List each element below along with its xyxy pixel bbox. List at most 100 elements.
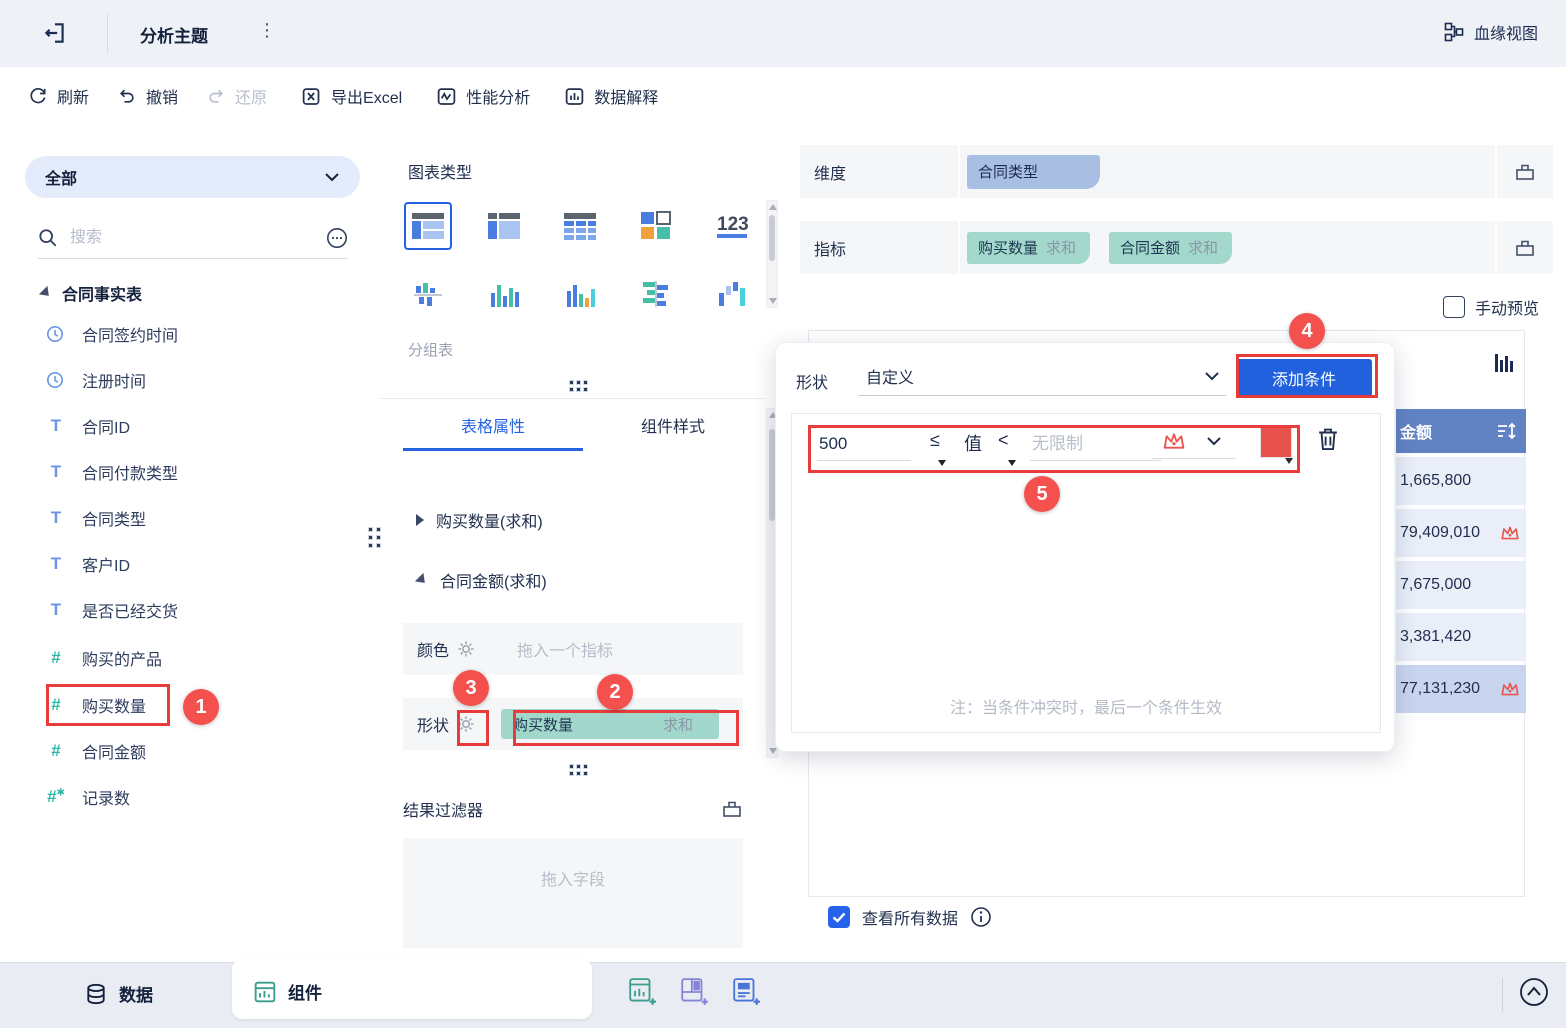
collapse-panel-button[interactable] [1518,976,1550,1008]
data-explain-button[interactable]: 数据解释 [564,84,658,108]
measure-pill-qty[interactable]: 购买数量 求和 [967,231,1091,264]
aggregate-item-amount[interactable]: 合同金额(求和) [414,568,547,592]
add-layout-component-icon[interactable] [680,977,708,1007]
field-item[interactable]: T 客户ID [46,552,130,576]
field-item[interactable]: # 合同金额 [46,739,146,763]
section-drag-handle[interactable] [569,764,588,776]
color-gear-icon[interactable] [457,640,475,658]
excel-icon [302,87,320,105]
tab-data[interactable]: 数据 [85,981,153,1006]
field-item[interactable]: # 购买的产品 [46,646,162,670]
field-item[interactable]: T 是否已经交货 [46,598,178,622]
max-operator[interactable]: < [998,430,1009,451]
shape-field-pill[interactable]: 购买数量 求和 [501,709,720,739]
scroll-down-arrow[interactable] [769,748,777,754]
chart-type-cross-table[interactable] [556,202,604,250]
measure-lock-cell[interactable] [1497,221,1553,274]
color-drop-placeholder[interactable]: 拖入一个指标 [517,637,613,661]
scope-selector[interactable]: 全部 [25,156,360,198]
condition-color-swatch[interactable] [1260,426,1293,464]
tab-component-style[interactable]: 组件样式 [583,413,763,437]
field-item[interactable]: T 合同类型 [46,506,146,530]
active-tab-underline [403,448,583,451]
undo-icon [120,89,134,103]
color-dropdown-icon[interactable] [1285,458,1293,464]
tab-component-card[interactable]: 组件 [232,959,592,1019]
table-column-header[interactable]: 金额 [1396,409,1526,453]
lineage-icon [1444,22,1464,42]
view-all-checkbox[interactable] [828,906,850,928]
dimension-pill[interactable]: 合同类型 [967,154,1100,189]
chart-switch-icon[interactable] [1493,351,1517,375]
table-tree-header[interactable]: 合同事实表 [38,281,142,305]
shape-style-select[interactable] [1152,428,1236,459]
chart-type-detail-table[interactable] [480,202,528,250]
chart-grid-scrollbar[interactable] [766,200,778,308]
trash-icon[interactable] [1316,426,1340,452]
number-field-icon: # [51,648,61,667]
measure-drop-zone[interactable]: 购买数量 求和 合同金额 求和 [960,221,1495,274]
section-drag-handle[interactable] [569,380,588,392]
table-row-selected[interactable]: 77,131,230 [1396,665,1526,713]
panel-drag-handle[interactable] [368,527,381,548]
conflict-note: 注：当条件冲突时，最后一个条件生效 [949,700,1222,717]
add-condition-button[interactable]: 添加条件 [1236,359,1372,397]
field-item[interactable]: T 合同ID [46,414,130,438]
field-item[interactable]: 合同签约时间 [46,322,178,346]
field-item[interactable]: T 合同付款类型 [46,460,178,484]
field-item-purchase-qty[interactable]: # 购买数量 [46,693,146,717]
min-operator-dropdown-icon[interactable] [938,460,946,466]
measure-pill-amount[interactable]: 合同金额 求和 [1109,231,1233,264]
search-input[interactable] [68,228,272,248]
result-filter-drop-area[interactable]: 拖入字段 [403,838,743,948]
aggregate-item-qty[interactable]: 购买数量(求和) [416,508,543,532]
lock-icon [1516,164,1534,180]
chart-type-waterfall[interactable] [708,270,756,318]
undo-button[interactable]: 撤销 [117,84,178,108]
chart-type-multi-column[interactable] [556,270,604,318]
table-row[interactable]: 79,409,010 [1396,509,1526,557]
scroll-down-arrow[interactable] [769,298,777,304]
add-doc-component-icon[interactable] [732,977,760,1007]
sort-icon[interactable] [1496,422,1518,440]
scrollbar-thumb[interactable] [769,215,775,261]
lock-icon[interactable] [721,799,743,819]
chart-type-updown-bar[interactable] [404,270,452,318]
dimension-lock-cell[interactable] [1497,145,1553,198]
min-operator[interactable]: ≤ [930,430,940,451]
refresh-button[interactable]: 刷新 [28,84,89,108]
chart-type-bidirectional-bar[interactable] [632,270,680,318]
table-row[interactable]: 3,381,420 [1396,613,1526,661]
condition-min-input[interactable] [817,428,911,461]
chart-type-kpi-number[interactable]: 123 [708,202,756,250]
table-row[interactable]: 1,665,800 [1396,457,1526,505]
performance-analysis-button[interactable]: 性能分析 [436,84,530,108]
field-item[interactable]: 注册时间 [46,368,146,392]
add-chart-component-icon[interactable] [628,977,656,1007]
back-button[interactable] [42,20,68,46]
max-operator-dropdown-icon[interactable] [1008,460,1016,466]
tab-table-properties[interactable]: 表格属性 [403,413,583,437]
chevron-down-icon[interactable] [1206,436,1222,446]
redo-button[interactable]: 还原 [206,84,267,108]
dimension-drop-zone[interactable]: 合同类型 [960,145,1495,198]
title-more-button[interactable]: ⋮ [258,20,276,41]
chart-type-column[interactable] [480,270,528,318]
shape-gear-icon[interactable] [457,715,475,733]
tab-component[interactable]: 组件 [254,979,322,1004]
more-options-icon[interactable] [326,227,348,249]
condition-max-input[interactable] [1030,428,1161,461]
view-all-data-toggle[interactable]: 查看所有数据 [828,905,992,929]
field-item[interactable]: #✱ 记录数 [46,785,130,809]
export-excel-button[interactable]: 导出Excel [301,84,402,108]
table-row[interactable]: 7,675,000 [1396,561,1526,609]
crown-icon [1500,524,1520,542]
chart-type-group-table[interactable] [404,202,452,250]
scroll-up-arrow[interactable] [769,204,777,210]
lineage-view-button[interactable]: 血缘视图 [1444,20,1538,44]
info-icon[interactable] [970,906,992,928]
manual-preview-checkbox[interactable] [1443,296,1465,318]
manual-preview-toggle[interactable]: 手动预览 [1443,295,1539,319]
shape-mode-select[interactable]: 自定义 [858,357,1226,396]
chart-type-kpi-card[interactable] [632,202,680,250]
